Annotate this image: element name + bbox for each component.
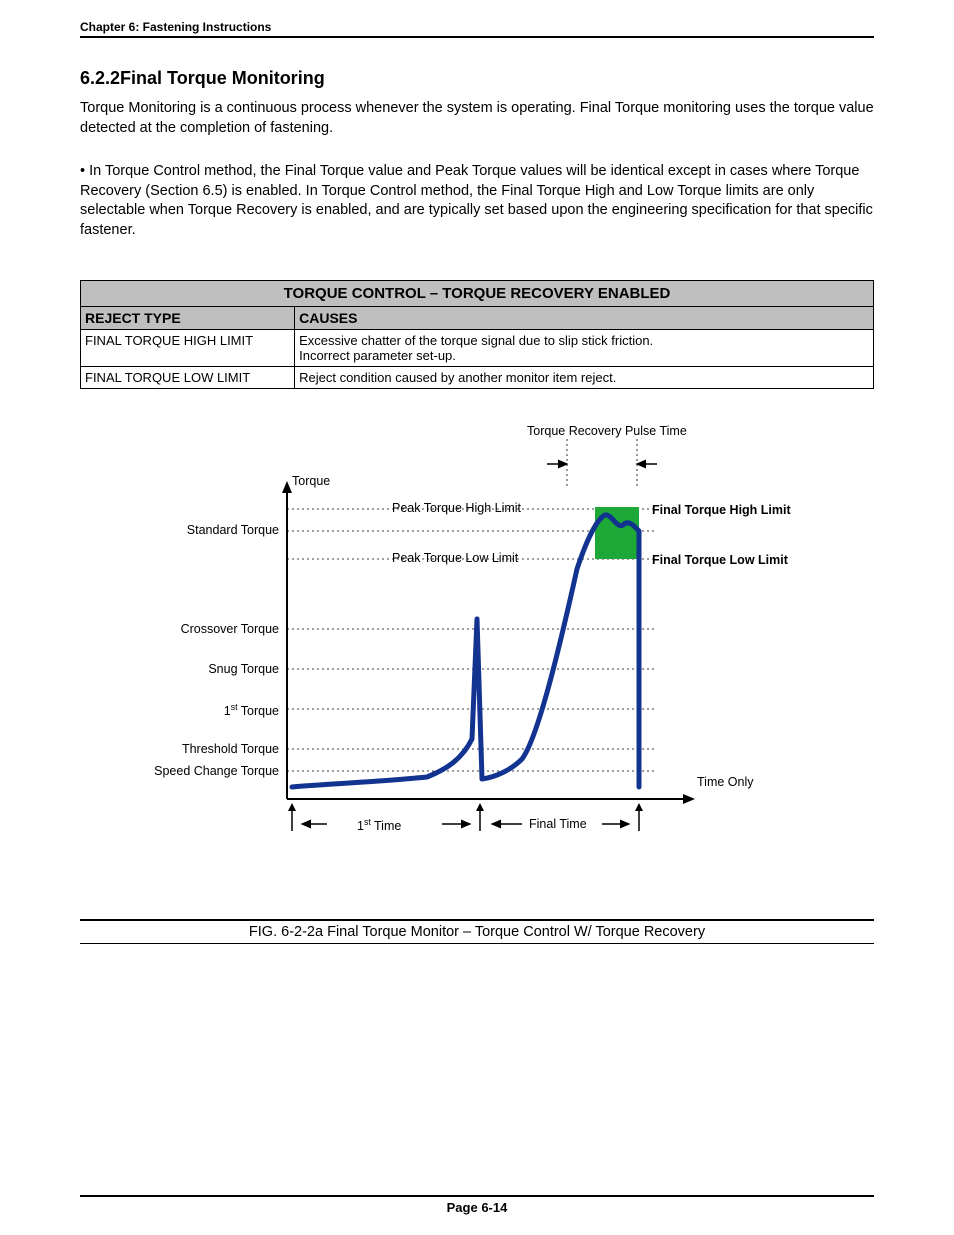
table-row: FINAL TORQUE LOW LIMIT Reject condition … (81, 367, 874, 389)
time-only-label: Time Only (697, 775, 754, 789)
figure-caption: FIG. 6-2-2a Final Torque Monitor – Torqu… (80, 919, 874, 944)
torque-chart: Torque Recovery Pulse Time Torque Standa… (127, 419, 827, 849)
final-high-label: Final Torque High Limit (652, 503, 791, 517)
y-label: Standard Torque (187, 523, 279, 537)
final-low-label: Final Torque Low Limit (652, 553, 788, 567)
reject-cell: FINAL TORQUE LOW LIMIT (81, 367, 295, 389)
section-number: 6.2.2 (80, 68, 120, 88)
chapter-header: Chapter 6: Fastening Instructions (80, 20, 874, 38)
y-label: Threshold Torque (182, 742, 279, 756)
y-axis-title: Torque (292, 474, 330, 488)
recovery-pulse-label: Torque Recovery Pulse Time (527, 424, 687, 438)
table-col-causes: CAUSES (295, 307, 874, 330)
bullet-paragraph: • In Torque Control method, the Final To… (80, 162, 874, 240)
y-label: Crossover Torque (181, 622, 279, 636)
table-title: TORQUE CONTROL – TORQUE RECOVERY ENABLED (81, 281, 874, 307)
torque-table: TORQUE CONTROL – TORQUE RECOVERY ENABLED… (80, 280, 874, 389)
first-time-label: 1st Time (357, 817, 401, 833)
cause-cell: Excessive chatter of the torque signal d… (295, 330, 874, 367)
peak-high-label: Peak Torque High Limit (392, 501, 521, 515)
reject-cell: FINAL TORQUE HIGH LIMIT (81, 330, 295, 367)
peak-low-label: Peak Torque Low Limit (392, 551, 518, 565)
section-title-text: Final Torque Monitoring (120, 68, 325, 88)
final-time-label: Final Time (529, 817, 587, 831)
page: Chapter 6: Fastening Instructions 6.2.2F… (0, 0, 954, 1235)
section-heading: 6.2.2Final Torque Monitoring (80, 68, 874, 89)
y-label: Snug Torque (208, 662, 279, 676)
intro-paragraph: Torque Monitoring is a continuous proces… (80, 99, 874, 138)
cause-cell: Reject condition caused by another monit… (295, 367, 874, 389)
page-footer: Page 6-14 (80, 1195, 874, 1215)
y-label: 1st Torque (224, 702, 279, 718)
table-col-reject: REJECT TYPE (81, 307, 295, 330)
y-label: Speed Change Torque (154, 764, 279, 778)
table-row: FINAL TORQUE HIGH LIMIT Excessive chatte… (81, 330, 874, 367)
